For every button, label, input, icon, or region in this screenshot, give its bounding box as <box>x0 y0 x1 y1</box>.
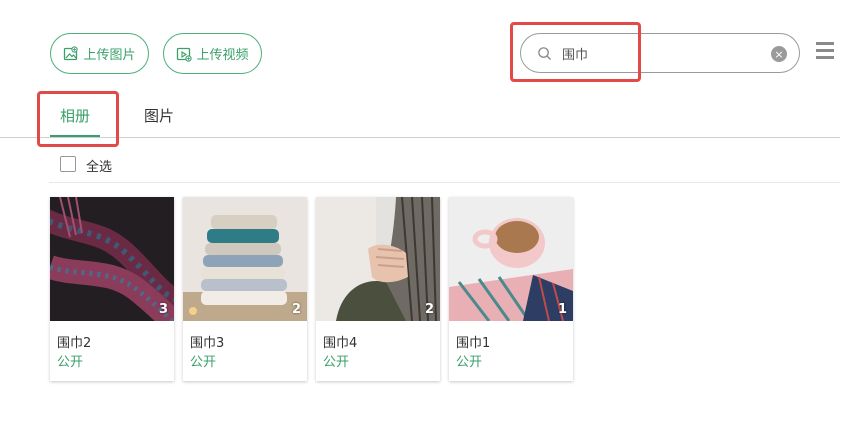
album-visibility: 公开 <box>190 355 217 370</box>
photo-count: 2 <box>291 302 301 317</box>
album-thumbnail[interactable]: 3 <box>50 197 174 321</box>
album-visibility: 公开 <box>57 355 84 370</box>
select-all-label: 全选 <box>86 160 113 175</box>
photo-count: 3 <box>158 302 168 317</box>
album-thumbnail[interactable]: 2 <box>316 197 440 321</box>
album-card[interactable]: 3 围巾2 公开 <box>50 197 174 381</box>
tab-photo[interactable]: 图片 <box>144 105 174 126</box>
search-input[interactable] <box>562 45 762 61</box>
tab-bar: 相册 图片 <box>0 95 840 138</box>
album-visibility: 公开 <box>323 355 350 370</box>
clear-search-icon[interactable]: × <box>771 46 787 62</box>
upload-image-label: 上传图片 <box>83 48 136 63</box>
upload-image-button[interactable]: 上传图片 <box>50 33 149 74</box>
album-card[interactable]: 2 围巾4 公开 <box>316 197 440 381</box>
album-card[interactable]: 2 围巾3 公开 <box>183 197 307 381</box>
video-upload-icon <box>177 47 193 62</box>
select-all-checkbox[interactable] <box>60 156 76 172</box>
search-icon <box>538 46 551 60</box>
menu-icon[interactable] <box>816 42 834 59</box>
album-thumbnail[interactable]: 2 <box>183 197 307 321</box>
album-card[interactable]: 1 围巾1 公开 <box>449 197 573 381</box>
select-all-row: 全选 <box>49 150 840 183</box>
active-tab-indicator <box>50 135 100 137</box>
upload-video-label: 上传视频 <box>196 48 249 63</box>
photo-count: 1 <box>557 302 567 317</box>
album-name: 围巾2 <box>57 336 92 351</box>
search-box[interactable]: × <box>520 33 800 73</box>
album-name: 围巾3 <box>190 336 225 351</box>
album-name: 围巾1 <box>456 336 491 351</box>
album-thumbnail[interactable]: 1 <box>449 197 573 321</box>
image-upload-icon <box>64 45 79 60</box>
photo-count: 2 <box>424 302 434 317</box>
upload-video-button[interactable]: 上传视频 <box>163 33 262 74</box>
tab-album[interactable]: 相册 <box>60 105 90 126</box>
album-name: 围巾4 <box>323 336 358 351</box>
album-visibility: 公开 <box>456 355 483 370</box>
